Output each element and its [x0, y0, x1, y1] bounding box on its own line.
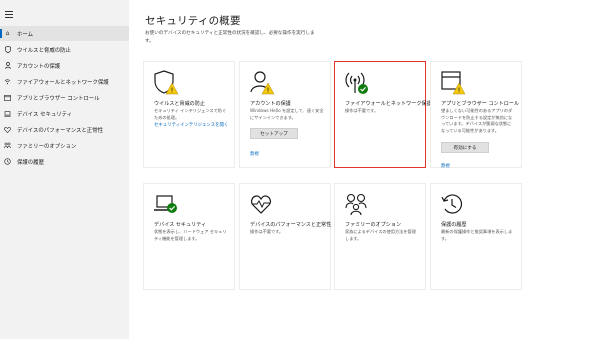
card-title: ファミリーのオプション	[345, 222, 402, 228]
card-description: 家族によるデバイスの使用方法を管理します。	[345, 229, 416, 241]
card-firewall-network[interactable]: ファイアウォールとネットワーク保護 操作は不要です。	[334, 61, 432, 168]
card-app-browser-control[interactable]: ! アプリとブラウザー コントロール 望ましくない可能性のあるアプリのダウンロー…	[430, 61, 522, 169]
sidebar-item-label: デバイス セキュリティ	[17, 111, 73, 118]
card-title: ファイアウォールとネットワーク保護	[345, 101, 432, 107]
card-title: アカウントの保護	[250, 101, 291, 107]
sidebar-item-label: デバイスのパフォーマンスと正常性	[17, 127, 103, 134]
card-title: デバイスのパフォーマンスと正常性	[250, 222, 332, 228]
sidebar-item-label: ホーム	[17, 31, 34, 38]
svg-text:!: !	[171, 87, 174, 95]
wifi-check-icon	[345, 70, 368, 94]
card-description: 最新の保護操作と推奨事項を表示します。	[441, 229, 513, 241]
laptop-icon	[4, 110, 11, 117]
hamburger-menu-icon[interactable]	[5, 11, 13, 20]
page-title: セキュリティの概要	[145, 15, 241, 27]
sidebar-item-device-security[interactable]: デバイス セキュリティ	[0, 106, 129, 121]
sidebar-item-label: 保護の履歴	[17, 159, 44, 166]
account-warning-icon: !	[250, 70, 275, 95]
home-icon: ⌂	[5, 29, 10, 37]
card-description: 操作は不要です。	[345, 108, 379, 113]
card-device-security[interactable]: デバイス セキュリティ 状態を表示し、ハードウェア セキュリティ機能を管理します…	[143, 183, 235, 290]
card-protection-history[interactable]: 保護の履歴 最新の保護操作と推奨事項を表示します。	[430, 183, 522, 290]
card-virus-protection[interactable]: ! ウイルスと脅威の防止 セキュリティ インテリジェンスで防ぐための処理。 セキ…	[143, 61, 235, 168]
sidebar-item-protection-history[interactable]: 保護の履歴	[0, 154, 129, 169]
sidebar-item-label: ファミリーのオプション	[17, 143, 77, 150]
card-title: ウイルスと脅威の防止	[154, 101, 205, 107]
sidebar-item-family-options[interactable]: ファミリーのオプション	[0, 138, 129, 153]
setup-button[interactable]: セットアップ	[250, 128, 298, 139]
browser-warning-icon: !	[441, 70, 466, 95]
sidebar-item-label: ウイルスと脅威の防止	[17, 47, 71, 54]
page-description: お使いのデバイスのセキュリティと正常性の状況を確認し、必要な操作を実行します。	[145, 31, 315, 44]
card-description: 望ましくない可能性のあるアプリのダウンロードを防止する設定が無効になっています。…	[441, 108, 513, 133]
person-icon	[4, 62, 11, 69]
sidebar: ⌂ ホーム ウイルスと脅威の防止 アカウントの保護 ファイアウォールとネットワー…	[0, 0, 129, 339]
card-description: 状態を表示し、ハードウェア セキュリティ機能を管理します。	[154, 229, 227, 241]
sidebar-item-label: アプリとブラウザー コントロール	[17, 95, 100, 102]
sidebar-item-home[interactable]: ⌂ ホーム	[0, 26, 129, 41]
history-icon	[4, 158, 11, 165]
heartbeat-icon	[250, 192, 272, 216]
card-description: 操作は不要です。	[250, 229, 284, 234]
sidebar-item-virus-protection[interactable]: ウイルスと脅威の防止	[0, 42, 129, 57]
family-icon	[4, 142, 11, 149]
sidebar-item-device-performance[interactable]: デバイスのパフォーマンスと正常性	[0, 122, 129, 137]
shield-warning-icon: !	[154, 70, 179, 95]
sidebar-item-label: ファイアウォールとネットワーク保護	[17, 79, 109, 86]
card-device-performance[interactable]: デバイスのパフォーマンスと正常性 操作は不要です。	[239, 183, 331, 290]
browser-window-icon	[4, 94, 11, 101]
shield-icon	[4, 46, 11, 53]
card-title: 保護の履歴	[441, 222, 467, 228]
sidebar-item-firewall[interactable]: ファイアウォールとネットワーク保護	[0, 74, 129, 89]
sidebar-item-app-browser[interactable]: アプリとブラウザー コントロール	[0, 90, 129, 105]
dismiss-link[interactable]: 無視	[250, 151, 259, 157]
card-description: Windows Hello を設定して、速く安全にサインインできます。	[250, 108, 324, 120]
sidebar-item-label: アカウントの保護	[17, 63, 61, 70]
wifi-icon	[4, 78, 11, 85]
turn-on-button[interactable]: 有効にする	[441, 142, 489, 153]
svg-text:!: !	[458, 87, 461, 95]
family-icon	[345, 192, 367, 216]
svg-text:!: !	[267, 87, 270, 95]
card-title: デバイス セキュリティ	[154, 222, 207, 228]
card-family-options[interactable]: ファミリーのオプション 家族によるデバイスの使用方法を管理します。	[334, 183, 426, 290]
history-icon	[441, 192, 463, 216]
dismiss-link[interactable]: 無視	[441, 163, 450, 169]
card-account-protection[interactable]: ! アカウントの保護 Windows Hello を設定して、速く安全にサインイ…	[239, 61, 331, 168]
laptop-check-icon	[154, 192, 177, 216]
card-description: セキュリティ インテリジェンスで防ぐための処理。	[154, 108, 227, 120]
heart-icon	[4, 126, 11, 133]
card-title: アプリとブラウザー コントロール	[441, 101, 520, 107]
sidebar-item-account-protection[interactable]: アカウントの保護	[0, 58, 129, 73]
open-security-intelligence-link[interactable]: セキュリティインテリジェンスを開く	[154, 122, 228, 128]
